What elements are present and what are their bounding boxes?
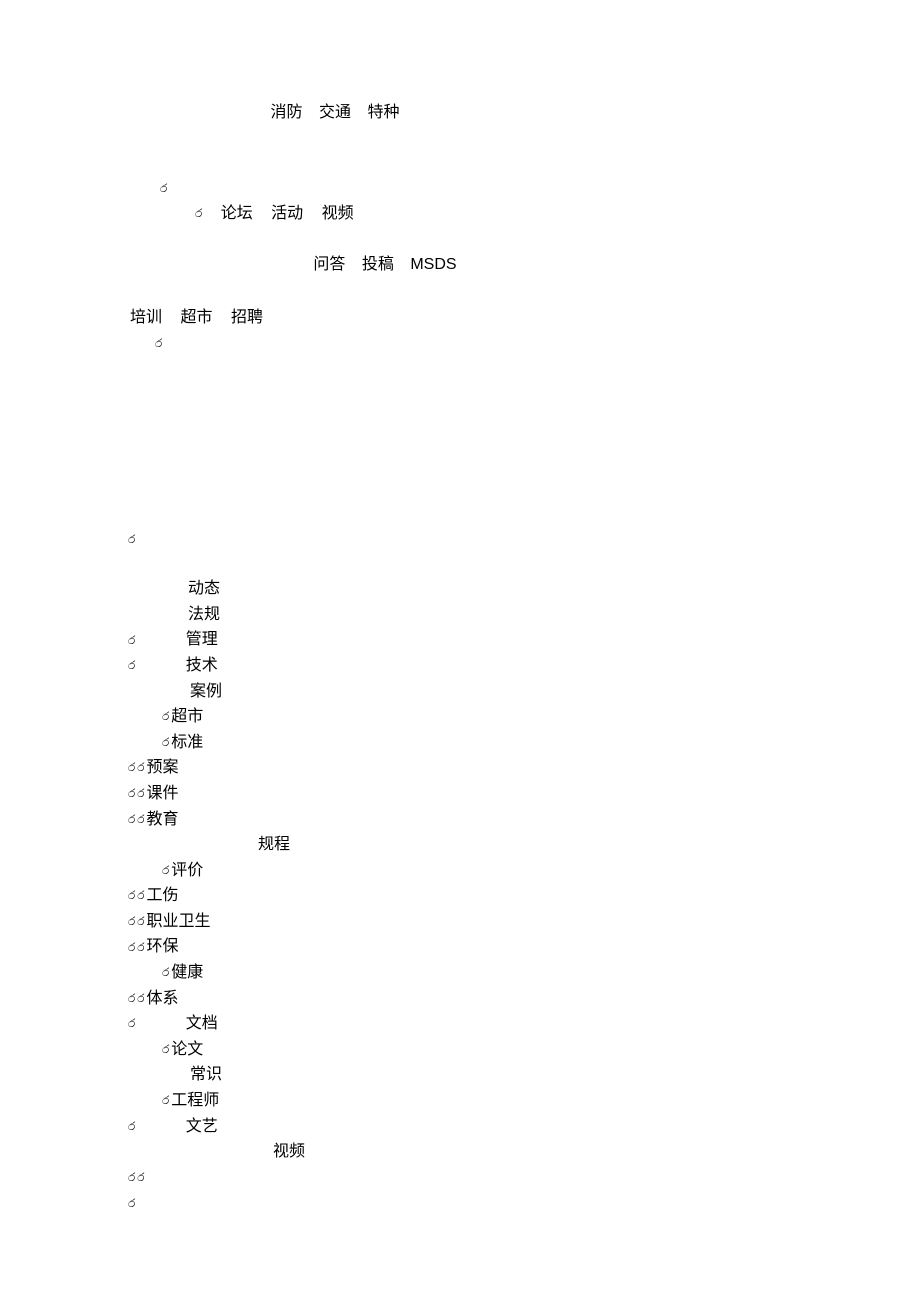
link-training[interactable]: 培训 [130,309,162,326]
list-item: 常识 [128,1062,920,1088]
bullet-icon: ෮ [128,784,135,803]
bullet-icon: ෮ [128,631,135,650]
link-health[interactable]: 健康 [171,964,203,981]
link-management[interactable]: 管理 [142,631,218,648]
bullet-icon: ෮ [160,179,167,198]
link-courseware[interactable]: 课件 [147,785,179,802]
row-qa: 问答 投稿 MSDS [0,252,920,278]
link-regulation[interactable]: 法规 [188,606,220,623]
list-item: ෮ 管理 [128,627,920,653]
link-education[interactable]: 教育 [147,811,179,828]
link-case[interactable]: 案例 [190,683,222,700]
bullet-icon: ෮ [128,758,135,777]
bullet-icon: ෮ [137,912,144,931]
list-item: ෮评价 [128,858,920,884]
bullet-row-2: ෮ [0,331,920,357]
link-technology[interactable]: 技术 [142,657,218,674]
bullet-icon: ෮ [128,1014,135,1033]
list-item: ෮෮课件 [128,781,920,807]
row-training: 培训 超市 招聘 [0,305,920,331]
bullet-icon: ෮ [162,861,169,880]
link-standard[interactable]: 标准 [171,734,203,751]
bullet-icon: ෮ [128,656,135,675]
link-injury[interactable]: 工伤 [147,887,179,904]
link-system[interactable]: 体系 [147,990,179,1007]
bullet-icon: ෮ [128,810,135,829]
link-traffic[interactable]: 交通 [319,104,351,121]
bullet-icon: ෮ [195,204,202,223]
bullet-icon: ෮ [162,1091,169,1110]
link-art[interactable]: 文艺 [142,1118,218,1135]
link-evaluation[interactable]: 评价 [171,862,203,879]
list-item: ෮ 技术 [128,653,920,679]
bullet-icon: ෮ [155,334,162,353]
link-video[interactable]: 视频 [322,205,354,222]
list-item: ෮ 文档 [128,1011,920,1037]
row-forum: ෮ 论坛 活动 视频 [0,201,920,227]
bullet-icon: ෮ [128,1117,135,1136]
category-list: ෮ 动态 法规 ෮ 管理 ෮ 技术 案例 ෮超市 ෮标准 ෮෮预案 ෮෮课件 [0,527,920,1216]
list-item: ෮෮职业卫生 [128,909,920,935]
link-fire[interactable]: 消防 [271,104,303,121]
bullet-icon: ෮ [128,530,135,549]
link-special[interactable]: 特种 [367,104,399,121]
list-item: ෮෮预案 [128,755,920,781]
link-occupational-health[interactable]: 职业卫生 [147,913,211,930]
bullet-icon: ෮ [128,1168,135,1187]
list-item: ෮෮工伤 [128,883,920,909]
link-paper[interactable]: 论文 [171,1041,203,1058]
bullet-icon: ෮ [128,912,135,931]
link-activity[interactable]: 活动 [271,205,303,222]
bullet-icon: ෮ [137,886,144,905]
link-msds[interactable]: MSDS [410,256,456,273]
link-knowledge[interactable]: 常识 [190,1066,222,1083]
bullet-icon: ෮ [128,886,135,905]
link-submit[interactable]: 投稿 [362,256,394,273]
bullet-icon: ෮ [137,758,144,777]
link-forum[interactable]: 论坛 [221,205,253,222]
link-video-2[interactable]: 视频 [273,1143,305,1160]
list-item: ෮ [128,527,920,553]
link-engineer[interactable]: 工程师 [171,1092,219,1109]
bullet-row-1: ෮ [0,176,920,202]
bullet-icon: ෮ [162,733,169,752]
link-market[interactable]: 超市 [180,309,212,326]
list-item: ෮෮教育 [128,807,920,833]
bullet-icon: ෮ [162,963,169,982]
bullet-icon: ෮ [137,784,144,803]
link-recruit[interactable]: 招聘 [231,309,263,326]
bullet-icon: ෮ [128,1194,135,1213]
list-item: ෮෮ [128,1165,920,1191]
bullet-icon: ෮ [137,938,144,957]
list-item: 动态 [128,576,920,602]
list-item: ෮健康 [128,960,920,986]
link-news[interactable]: 动态 [188,580,220,597]
list-item: 法规 [128,602,920,628]
link-supermarket[interactable]: 超市 [171,708,203,725]
bullet-icon: ෮ [128,938,135,957]
bullet-icon: ෮ [137,989,144,1008]
list-item: ෮ [128,1190,920,1216]
list-item: ෮工程师 [128,1088,920,1114]
list-item: ෮ 文艺 [128,1114,920,1140]
link-procedure[interactable]: 规程 [258,836,290,853]
link-plan[interactable]: 预案 [147,759,179,776]
list-item: ෮标准 [128,730,920,756]
bullet-icon: ෮ [137,1168,144,1187]
top-row: 消防 交通 特种 [0,100,920,126]
list-item: 规程 [128,832,920,858]
list-item: 案例 [128,679,920,705]
list-item: ෮论文 [128,1037,920,1063]
list-item: ෮超市 [128,704,920,730]
list-item: 视频 [128,1139,920,1165]
bullet-icon: ෮ [162,707,169,726]
bullet-icon: ෮ [128,989,135,1008]
list-item: ෮෮环保 [128,934,920,960]
list-item: ෮෮体系 [128,986,920,1012]
link-environment[interactable]: 环保 [147,938,179,955]
link-qa[interactable]: 问答 [313,256,345,273]
link-document[interactable]: 文档 [142,1015,218,1032]
bullet-icon: ෮ [137,810,144,829]
bullet-icon: ෮ [162,1040,169,1059]
